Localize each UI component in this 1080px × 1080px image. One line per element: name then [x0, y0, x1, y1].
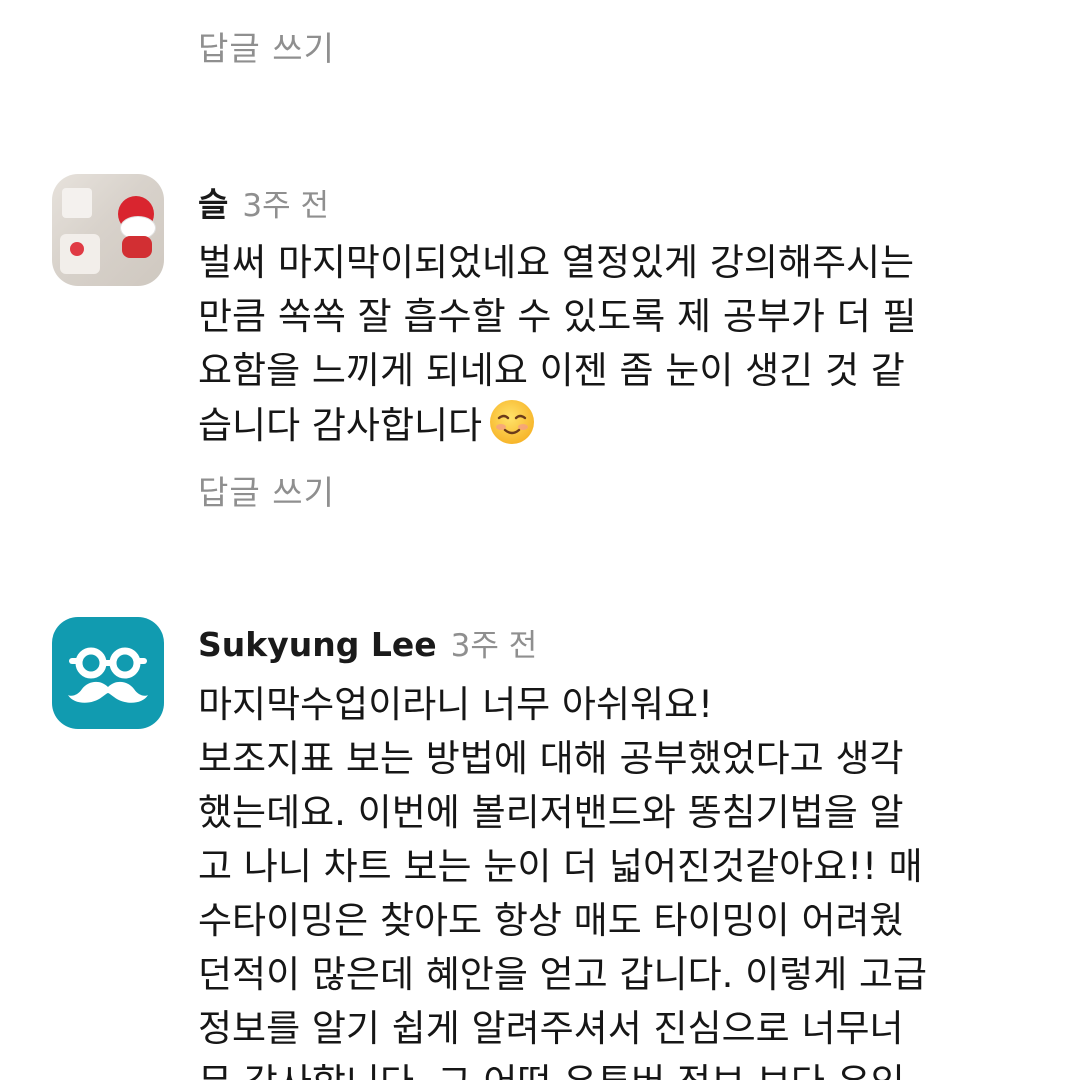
- comment-line: 마지막수업이라니 너무 아쉬워요!: [198, 683, 713, 726]
- comment-line: 만큼 쏙쏙 잘 흡수할 수 있도록 제 공부가 더 필: [198, 295, 917, 338]
- avatar-photo-detail: [62, 188, 92, 218]
- comment-line-text: 습니다 감사합니다: [198, 404, 483, 447]
- comment-feed: 답글 쓰기 슬 3주 전 벌써 마지막이되었네요 열정있게 강의해주시는 만큼 쏙…: [0, 0, 1080, 1080]
- comment-line: 무 감사합니다. 그 어떤 유튜버 정보 보다 유익: [198, 1056, 927, 1080]
- comment-header: Sukyung Lee 3주 전: [198, 620, 537, 665]
- comment-line: 보조지표 보는 방법에 대해 공부했었다고 생각: [198, 737, 904, 780]
- comment-time: 3주 전: [450, 628, 538, 664]
- comment-line: 요함을 느끼게 되네요 이젠 좀 눈이 생긴 것 같: [198, 349, 905, 392]
- comment-text: 마지막수업이라니 너무 아쉬워요! 보조지표 보는 방법에 대해 공부했었다고 …: [198, 678, 927, 1080]
- author-name[interactable]: Sukyung Lee: [198, 625, 437, 664]
- user-avatar[interactable]: [52, 617, 164, 729]
- glasses-mustache-icon: [68, 647, 148, 703]
- comment-header: 슬 3주 전: [198, 178, 329, 226]
- user-avatar[interactable]: [52, 174, 164, 286]
- reply-button[interactable]: 답글 쓰기: [198, 22, 335, 70]
- comment-line: 정보를 알기 쉽게 알려주셔서 진심으로 너무너: [198, 1007, 904, 1050]
- avatar-photo-detail: [122, 236, 152, 258]
- comment-line: 수타이밍은 찾아도 항상 매도 타이밍이 어려웠: [198, 899, 904, 942]
- comment-line: 고 나니 차트 보는 눈이 더 넓어진것같아요!! 매: [198, 845, 923, 888]
- comment-text: 벌써 마지막이되었네요 열정있게 강의해주시는 만큼 쏙쏙 잘 흡수할 수 있도…: [198, 236, 917, 452]
- avatar-photo-detail: [60, 234, 100, 274]
- reply-button[interactable]: 답글 쓰기: [198, 466, 335, 514]
- author-name[interactable]: 슬: [198, 185, 228, 224]
- comment-line: 했는데요. 이번에 볼리저밴드와 똥침기법을 알: [198, 791, 904, 834]
- smiling-face-icon: [490, 400, 535, 444]
- comment-line: 벌써 마지막이되었네요 열정있게 강의해주시는: [198, 241, 915, 284]
- comment-line: 던적이 많은데 혜안을 얻고 갑니다. 이렇게 고급: [198, 953, 928, 996]
- comment-time: 3주 전: [242, 188, 329, 224]
- comment-line-last: 습니다 감사합니다: [198, 398, 917, 452]
